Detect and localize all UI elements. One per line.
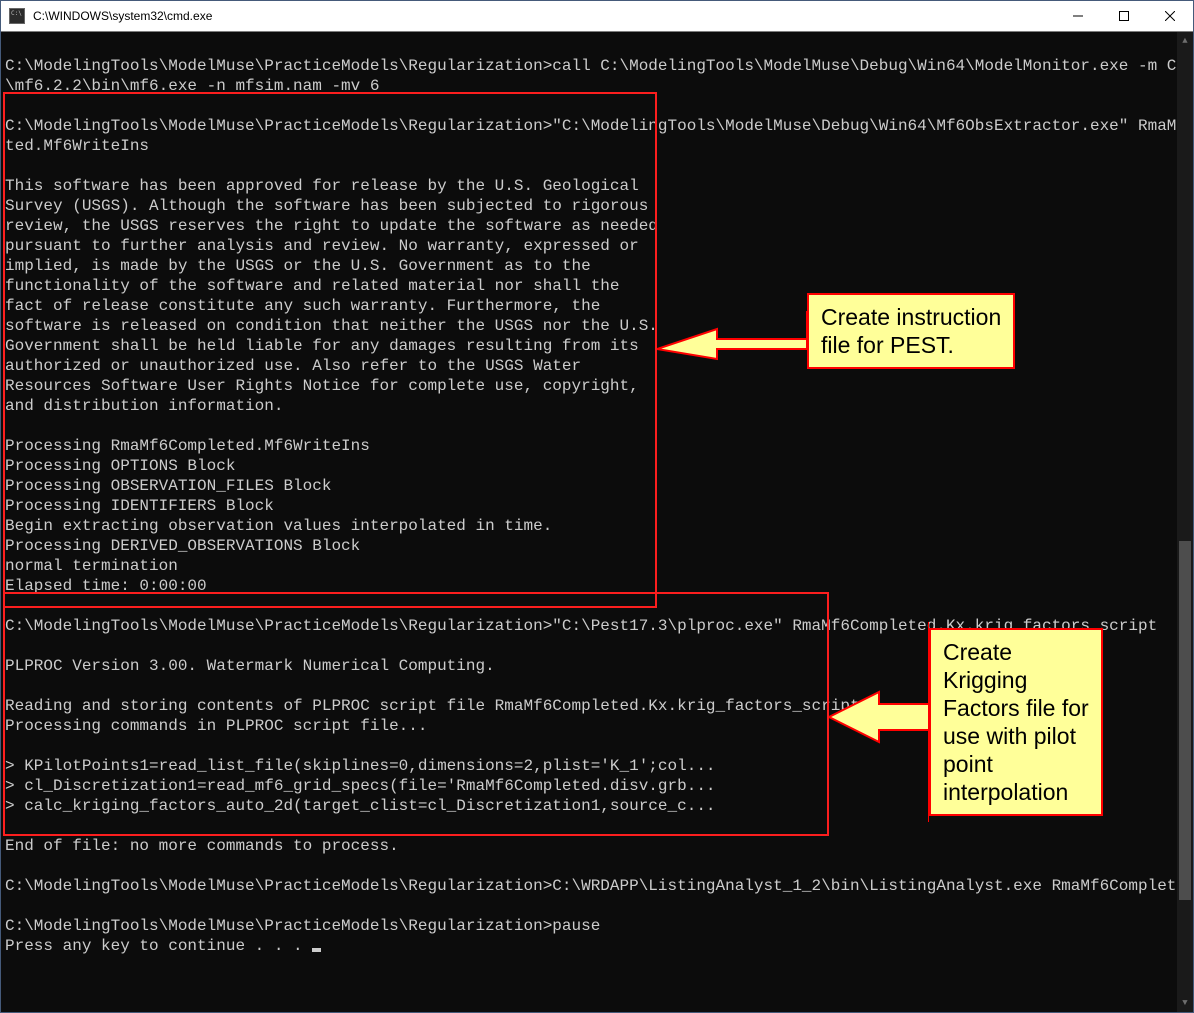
cmd-icon [9, 8, 25, 24]
console-line: Processing IDENTIFIERS Block [5, 497, 274, 515]
console-line: Processing commands in PLPROC script fil… [5, 717, 427, 735]
console-line: > cl_Discretization1=read_mf6_grid_specs… [5, 777, 716, 795]
scrollbar-track[interactable] [1177, 50, 1193, 994]
console-line: C:\ModelingTools\ModelMuse\PracticeModel… [5, 917, 600, 935]
console-line: Press any key to continue . . . [5, 937, 312, 955]
console-line: C:\ModelingTools\ModelMuse\PracticeModel… [5, 117, 1193, 135]
console-line: This software has been approved for rele… [5, 177, 639, 195]
console-line: software is released on condition that n… [5, 317, 658, 335]
maximize-button[interactable] [1101, 1, 1147, 31]
text-cursor [312, 948, 321, 952]
scrollbar-down-icon[interactable]: ▼ [1177, 994, 1193, 1012]
console-line: Processing OBSERVATION_FILES Block [5, 477, 331, 495]
console-line: PLPROC Version 3.00. Watermark Numerical… [5, 657, 495, 675]
console-content: C:\ModelingTools\ModelMuse\PracticeModel… [1, 32, 1177, 980]
console-line: normal termination [5, 557, 178, 575]
minimize-button[interactable] [1055, 1, 1101, 31]
console-line: Processing DERIVED_OBSERVATIONS Block [5, 537, 360, 555]
console-line: C:\ModelingTools\ModelMuse\PracticeModel… [5, 57, 1193, 75]
console-line: implied, is made by the USGS or the U.S.… [5, 257, 591, 275]
titlebar: C:\WINDOWS\system32\cmd.exe [1, 1, 1193, 31]
scrollbar-thumb[interactable] [1179, 541, 1191, 900]
console-line: > calc_kriging_factors_auto_2d(target_cl… [5, 797, 716, 815]
console-line: Processing RmaMf6Completed.Mf6WriteIns [5, 437, 370, 455]
console-line: Reading and storing contents of PLPROC s… [5, 697, 888, 715]
console-line: Survey (USGS). Although the software has… [5, 197, 648, 215]
window-title: C:\WINDOWS\system32\cmd.exe [33, 9, 1055, 23]
console-line: fact of release constitute any such warr… [5, 297, 600, 315]
console-line: Begin extracting observation values inte… [5, 517, 552, 535]
console-line: C:\ModelingTools\ModelMuse\PracticeModel… [5, 617, 1157, 635]
console-line: review, the USGS reserves the right to u… [5, 217, 658, 235]
console-line: Government shall be held liable for any … [5, 337, 639, 355]
console-line: Processing OPTIONS Block [5, 457, 235, 475]
console-line: Elapsed time: 0:00:00 [5, 577, 207, 595]
console-line: Resources Software User Rights Notice fo… [5, 377, 639, 395]
console-line: C:\ModelingTools\ModelMuse\PracticeModel… [5, 877, 1193, 895]
console-line: ted.Mf6WriteIns [5, 137, 149, 155]
console-line: End of file: no more commands to process… [5, 837, 399, 855]
scrollbar[interactable]: ▲ ▼ [1177, 32, 1193, 1012]
console-area[interactable]: C:\ModelingTools\ModelMuse\PracticeModel… [1, 31, 1193, 1012]
console-line: \mf6.2.2\bin\mf6.exe -n mfsim.nam -mv 6 [5, 77, 379, 95]
console-line: pursuant to further analysis and review.… [5, 237, 639, 255]
console-line: and distribution information. [5, 397, 283, 415]
window-controls [1055, 1, 1193, 31]
cmd-window: C:\WINDOWS\system32\cmd.exe C:\ModelingT… [0, 0, 1194, 1013]
console-line: > KPilotPoints1=read_list_file(skiplines… [5, 757, 716, 775]
console-line: authorized or unauthorized use. Also ref… [5, 357, 581, 375]
scrollbar-up-icon[interactable]: ▲ [1177, 32, 1193, 50]
close-button[interactable] [1147, 1, 1193, 31]
console-line: functionality of the software and relate… [5, 277, 620, 295]
